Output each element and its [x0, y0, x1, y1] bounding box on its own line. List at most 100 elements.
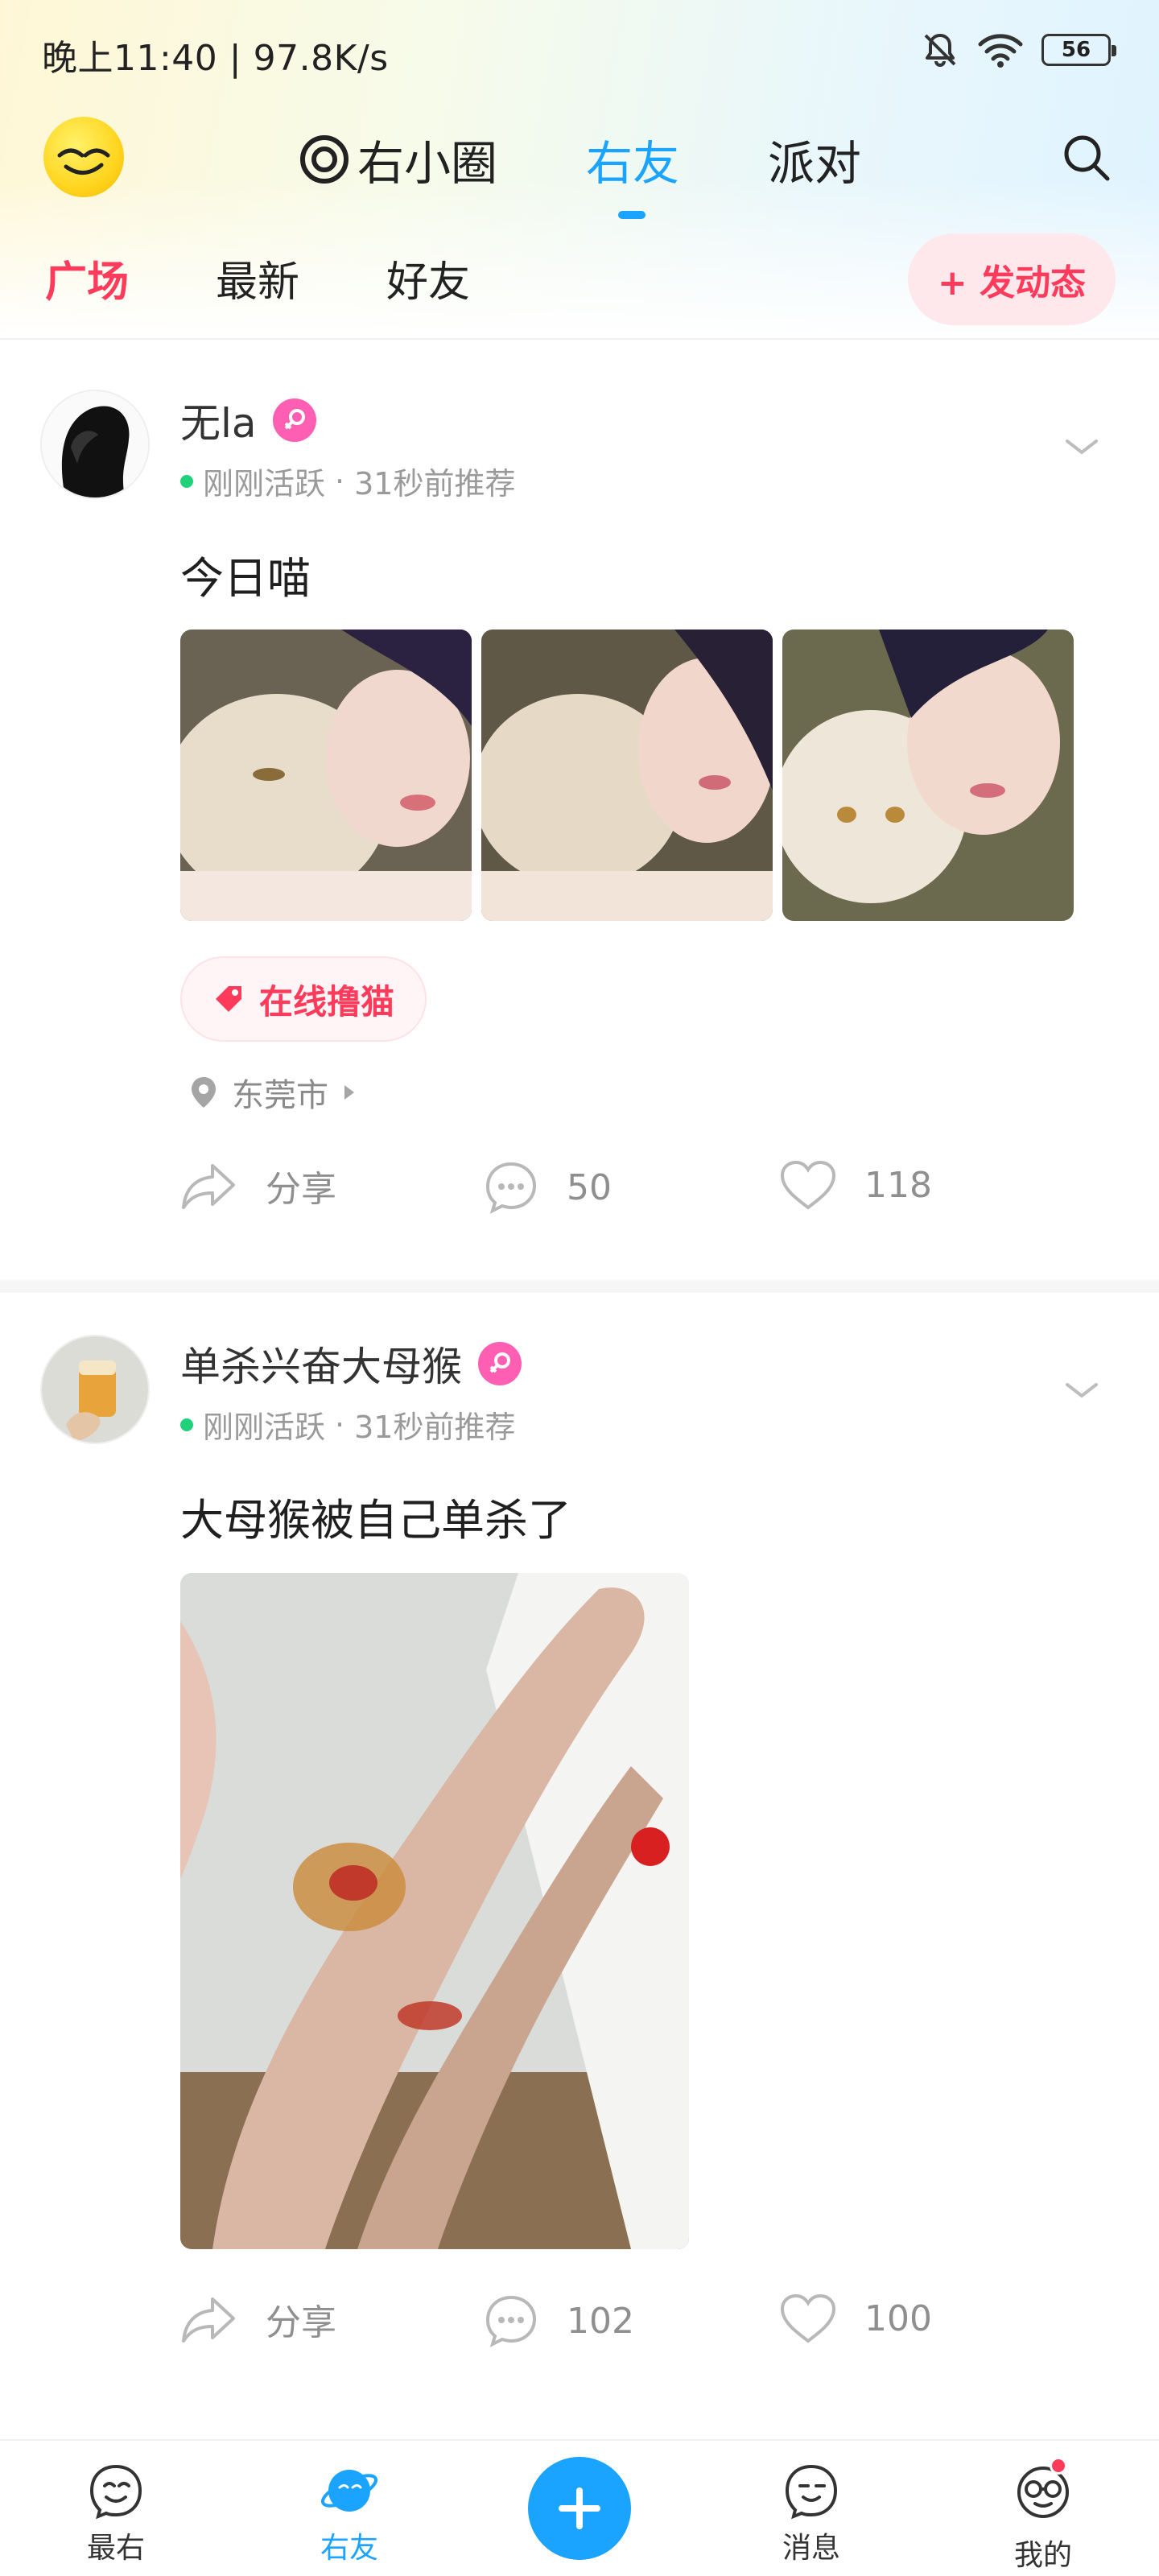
status-icons: 56: [921, 31, 1116, 69]
tab-circle[interactable]: 右小圈: [298, 126, 497, 193]
subtab-friends[interactable]: 好友: [386, 248, 470, 308]
online-dot: [180, 1418, 193, 1431]
post-author[interactable]: 单杀兴奋大母猴: [180, 1335, 522, 1393]
location[interactable]: 东莞市: [190, 1069, 356, 1116]
share-label: 分享: [266, 2302, 336, 2343]
search-icon[interactable]: [1061, 132, 1112, 184]
online-dot: [180, 474, 193, 488]
wifi-icon: [978, 34, 1023, 68]
post-status-button[interactable]: + 发动态: [908, 233, 1116, 325]
post-image[interactable]: [782, 630, 1074, 921]
active-tab-indicator: [618, 211, 646, 219]
share-icon: [182, 1164, 235, 1209]
caret-right-icon: [344, 1085, 354, 1100]
subtab-square[interactable]: 广场: [45, 248, 129, 308]
share-button[interactable]: 分享: [180, 1159, 336, 1212]
circle-at-icon: [300, 135, 349, 184]
post-image[interactable]: [180, 1573, 689, 2249]
status-bar: 晚上11:40 | 97.8K/s 56: [0, 0, 1159, 105]
share-label: 分享: [266, 1169, 336, 1210]
avatar-silhouette-icon: [42, 391, 148, 497]
comment-count: 102: [567, 2300, 634, 2342]
divider: [0, 338, 1159, 340]
nav-zuiyou-label: 最右: [86, 2532, 145, 2565]
username: 单杀兴奋大母猴: [180, 1344, 462, 1390]
comment-icon: [485, 1162, 537, 1214]
top-tabs: 右小圈 右友 派对: [298, 126, 861, 219]
battery-indicator: 56: [1041, 34, 1116, 66]
message-face-icon: [785, 2464, 838, 2520]
location-label: 东莞市: [232, 1077, 328, 1114]
recommend-time: 31秒前推荐: [354, 1410, 516, 1445]
female-badge-icon: [478, 1342, 522, 1385]
tab-party-label: 派对: [768, 136, 862, 191]
chevron-down-icon[interactable]: [1062, 1378, 1101, 1402]
comment-button[interactable]: 102: [483, 2293, 634, 2349]
comment-count: 50: [567, 1166, 612, 1208]
planet-icon: [320, 2470, 378, 2512]
tag-icon: [216, 986, 241, 1012]
post-image[interactable]: [481, 630, 773, 921]
post-text[interactable]: 大母猴被自己单杀了: [180, 1484, 571, 1548]
subtab-latest[interactable]: 最新: [216, 248, 299, 308]
section-divider: [0, 1280, 1159, 1293]
share-button[interactable]: 分享: [180, 2293, 336, 2346]
meta-separator: ·: [335, 1406, 345, 1443]
tab-youyou[interactable]: 右友: [586, 126, 680, 219]
post-meta: 刚刚活跃 · 31秒前推荐: [180, 459, 515, 503]
post-actions: 分享 102 100: [180, 2293, 985, 2357]
like-button[interactable]: 100: [779, 2293, 932, 2344]
smile-face-icon: [89, 2464, 142, 2520]
battery-level: 56: [1061, 38, 1091, 62]
nav-me[interactable]: 我的: [987, 2457, 1099, 2574]
smiley-logo-icon: [57, 148, 110, 175]
avatar[interactable]: [40, 1335, 150, 1444]
sub-tabs: 广场 最新 好友: [45, 248, 470, 308]
like-button[interactable]: 118: [779, 1159, 932, 1211]
post-actions: 分享 50 118: [180, 1159, 985, 1224]
notification-dot: [1050, 2457, 1067, 2475]
chevron-down-icon[interactable]: [1062, 435, 1101, 459]
nav-messages[interactable]: 消息: [755, 2462, 868, 2566]
tab-party[interactable]: 派对: [768, 126, 861, 193]
post-status-label: + 发动态: [937, 262, 1087, 303]
nav-messages-label: 消息: [782, 2532, 840, 2565]
female-badge-icon: [272, 398, 316, 442]
nav-youyou[interactable]: 右友: [293, 2462, 406, 2566]
tab-youyou-label: 右友: [586, 136, 680, 191]
post-text[interactable]: 今日喵: [180, 543, 311, 606]
avatar[interactable]: [40, 390, 150, 499]
plus-icon: [559, 2487, 600, 2529]
feed-post: 无la 刚刚活跃 · 31秒前推荐 今日喵 在线撸猫 东莞市 分享 50 118: [0, 354, 1159, 1272]
active-status: 刚刚活跃: [203, 1410, 326, 1445]
nav-me-label: 我的: [1013, 2539, 1072, 2572]
nav-youyou-label: 右友: [320, 2532, 378, 2565]
avatar-drink-icon: [42, 1336, 148, 1443]
app-logo[interactable]: [43, 117, 124, 197]
comment-icon: [485, 2295, 537, 2347]
topic-tag-label: 在线撸猫: [259, 981, 395, 1022]
like-count: 118: [864, 1164, 932, 1206]
comment-button[interactable]: 50: [483, 1159, 612, 1216]
tab-circle-label: 右小圈: [357, 136, 498, 191]
like-count: 100: [864, 2297, 932, 2339]
bottom-nav: 最右 右友 消息 我的: [0, 2439, 1159, 2576]
heart-icon: [780, 2293, 836, 2343]
username: 无la: [180, 400, 257, 447]
post-author[interactable]: 无la: [180, 391, 316, 449]
meta-separator: ·: [335, 463, 345, 499]
status-time-speed: 晚上11:40 | 97.8K/s: [42, 38, 389, 79]
heart-icon: [780, 1160, 836, 1210]
location-pin-icon: [192, 1077, 216, 1108]
feed-post: 单杀兴奋大母猴 刚刚活跃 · 31秒前推荐 大母猴被自己单杀了 分享 102 1…: [0, 1304, 1159, 2431]
recommend-time: 31秒前推荐: [354, 466, 516, 502]
image-grid: [180, 630, 1074, 921]
post-image[interactable]: [180, 630, 472, 921]
nav-me-icon-wrap: [1013, 2457, 1074, 2527]
topic-tag[interactable]: 在线撸猫: [180, 956, 427, 1042]
nav-plus-button[interactable]: [528, 2457, 631, 2560]
nav-zuiyou[interactable]: 最右: [60, 2462, 172, 2566]
share-icon: [182, 2297, 235, 2343]
post-meta: 刚刚活跃 · 31秒前推荐: [180, 1402, 515, 1447]
active-status: 刚刚活跃: [203, 466, 326, 502]
